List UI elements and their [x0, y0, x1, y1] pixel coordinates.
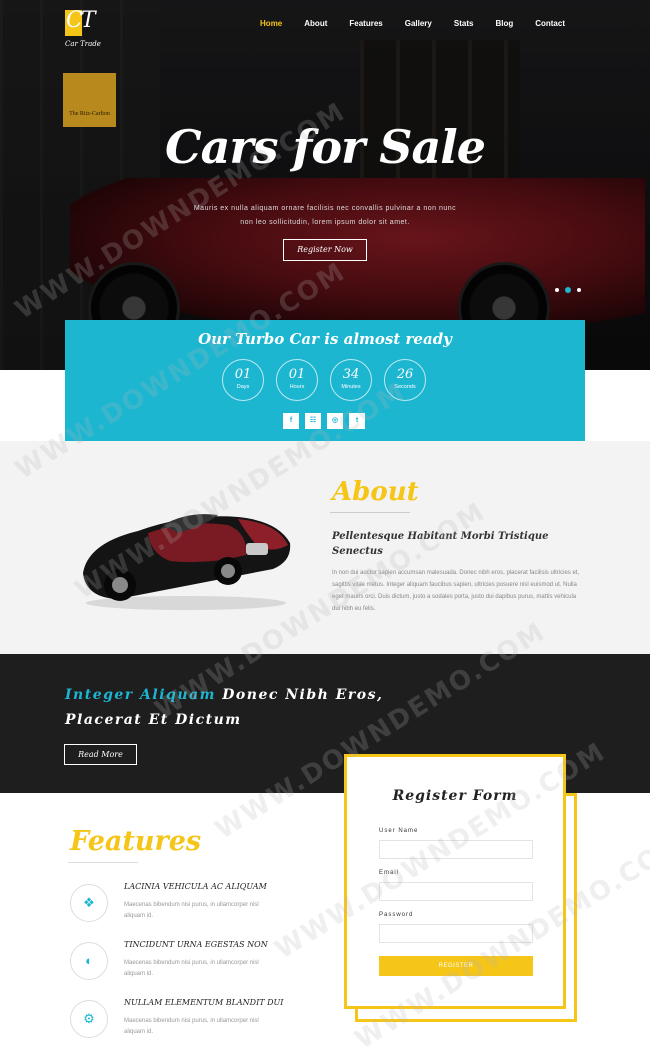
social-links: f ☷ ◎ t: [283, 413, 365, 429]
slider-dots: [555, 287, 581, 293]
nav-home[interactable]: Home: [249, 19, 293, 28]
countdown-value: 34: [342, 367, 360, 382]
feature-title: TINCIDUNT URNA EGESTAS NON: [124, 940, 268, 949]
tumblr-icon[interactable]: t: [349, 413, 365, 429]
about-divider: [330, 512, 410, 513]
rss-icon[interactable]: ☷: [305, 413, 321, 429]
countdown-value: 01: [288, 367, 306, 382]
about-section: About Pellentesque Habitant Morbi Tristi…: [0, 441, 650, 654]
countdown-minutes: 34 Minutes: [330, 359, 372, 401]
countdown-value: 01: [234, 367, 252, 382]
countdown-label: Days: [236, 384, 250, 390]
email-label: Email: [379, 870, 400, 876]
countdown-days: 01 Days: [222, 359, 264, 401]
countdown-value: 26: [396, 367, 414, 382]
countdown-seconds: 26 Seconds: [384, 359, 426, 401]
slider-dot-2[interactable]: [565, 287, 571, 293]
hero-section: The Ritz-Carlton CT Car Trade Home About…: [0, 0, 650, 370]
slider-dot-3[interactable]: [577, 288, 581, 292]
hero-text: Mauris ex nulla aliquam ornare facilisis…: [193, 205, 457, 226]
nav-about[interactable]: About: [293, 19, 338, 28]
gear-icon: ⚙: [70, 1000, 108, 1038]
countdown-title: Our Turbo Car is almost ready: [198, 330, 452, 348]
about-car-image: [83, 514, 291, 610]
read-more-button[interactable]: Read More: [64, 744, 137, 765]
nav-features[interactable]: Features: [338, 19, 393, 28]
password-label: Password: [379, 912, 414, 918]
hero-title: Cars for Sale: [164, 120, 486, 174]
cubes-icon: ❖: [70, 884, 108, 922]
main-nav: Home About Features Gallery Stats Blog C…: [249, 19, 576, 28]
password-field[interactable]: [379, 924, 533, 943]
countdown-timer: 01 Days 01 Hours 34 Minutes 26 Seconds: [222, 359, 426, 401]
logo-letters: CT: [66, 8, 95, 33]
email-field[interactable]: [379, 882, 533, 901]
feature-title: NULLAM ELEMENTUM BLANDIT DUI: [124, 998, 284, 1007]
slider-dot-1[interactable]: [555, 288, 559, 292]
feature-text: Maecenas bibendum nisi purus, in ullamco…: [124, 902, 259, 919]
countdown-label: Hours: [289, 384, 305, 390]
instagram-icon[interactable]: ◎: [327, 413, 343, 429]
countdown-panel: Our Turbo Car is almost ready 01 Days 01…: [65, 320, 585, 441]
logo-tagline: Car Trade: [65, 40, 101, 48]
nav-contact[interactable]: Contact: [524, 19, 576, 28]
promo-title-highlight: Integer Aliquam: [65, 687, 216, 703]
register-button[interactable]: REGISTER: [379, 956, 533, 976]
about-title: About: [332, 477, 419, 507]
features-title: Features: [70, 826, 202, 857]
nav-gallery[interactable]: Gallery: [394, 19, 443, 28]
register-form: Register Form User Name Email Password R…: [344, 754, 566, 1009]
about-text: In non dui auctor sapien accumsan malesu…: [332, 570, 580, 612]
feature-text: Maecenas bibendum nisi purus, in ullamco…: [124, 1018, 259, 1035]
register-now-button[interactable]: Register Now: [283, 239, 367, 261]
feature-text: Maecenas bibendum nisi purus, in ullamco…: [124, 960, 259, 977]
feature-title: LACINIA VEHICULA AC ALIQUAM: [124, 882, 267, 891]
globe-icon: ◐: [70, 942, 108, 980]
nav-stats[interactable]: Stats: [443, 19, 485, 28]
promo-title: Integer Aliquam Donec Nibh Eros, Placera…: [65, 683, 385, 733]
hero-overlay: [0, 0, 650, 370]
hotel-sign: The Ritz-Carlton: [63, 73, 116, 127]
register-form-title: Register Form: [392, 788, 518, 804]
countdown-label: Minutes: [341, 384, 361, 390]
features-divider: [68, 862, 138, 863]
countdown-hours: 01 Hours: [276, 359, 318, 401]
username-field[interactable]: [379, 840, 533, 859]
nav-blog[interactable]: Blog: [484, 19, 524, 28]
facebook-icon[interactable]: f: [283, 413, 299, 429]
about-subtitle: Pellentesque Habitant Morbi Tristique Se…: [332, 531, 549, 557]
username-label: User Name: [379, 828, 419, 834]
countdown-label: Seconds: [394, 384, 416, 390]
